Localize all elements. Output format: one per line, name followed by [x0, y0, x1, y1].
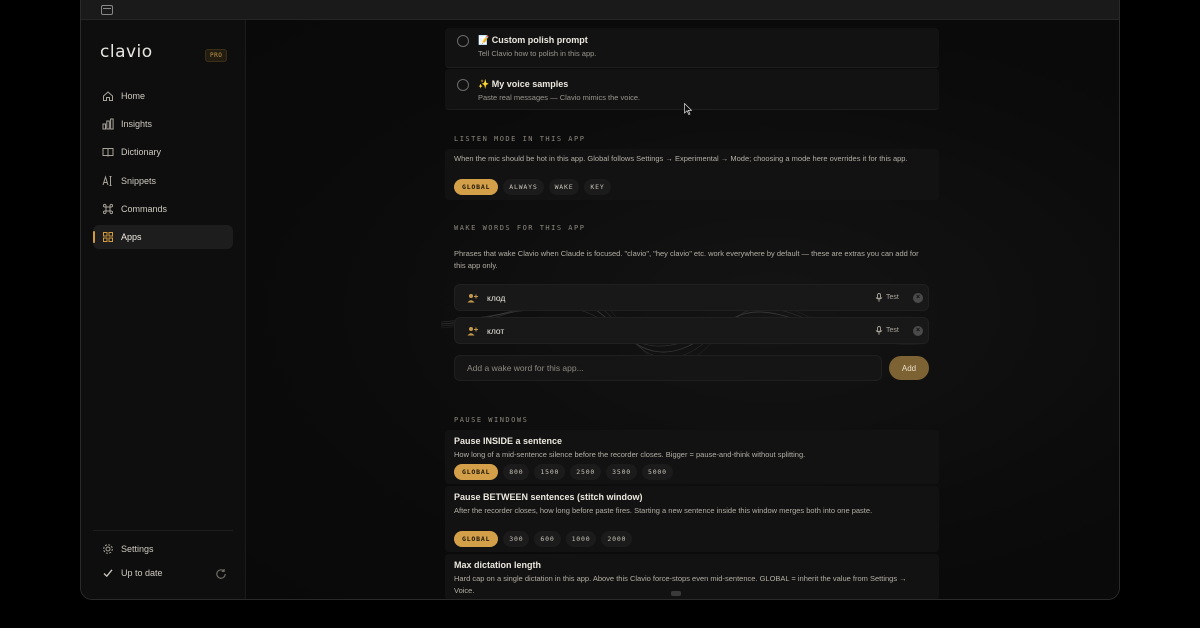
pause-between-300-chip[interactable]: 300	[503, 531, 530, 547]
pause-inside-2500-chip[interactable]: 2500	[570, 464, 602, 480]
title-bar	[81, 0, 1119, 20]
main-content: 📝 Custom polish prompt Tell Clavio how t…	[246, 20, 1119, 599]
app-window: clavio PRO Home Insights Dictionary Snip…	[80, 0, 1120, 600]
window-icon[interactable]	[101, 5, 113, 15]
mode-global-chip[interactable]: GLOBAL	[454, 179, 499, 195]
pause-inside-desc: How long of a mid-sentence silence befor…	[454, 450, 806, 459]
grid-icon	[102, 231, 114, 243]
radio-button[interactable]	[457, 79, 469, 91]
pause-between-title: Pause BETWEEN sentences (stitch window)	[454, 492, 643, 502]
sidebar-item-commands[interactable]: Commands	[93, 197, 233, 221]
memo-icon: 📝	[478, 35, 490, 45]
listen-mode-options: GLOBAL ALWAYS WAKE KEY	[454, 179, 611, 195]
sidebar-item-label: Dictionary	[121, 147, 162, 158]
pause-inside-800-chip[interactable]: 800	[503, 464, 530, 480]
book-icon	[102, 146, 114, 158]
custom-polish-title: Custom polish prompt	[491, 35, 588, 45]
voice-samples-title: My voice samples	[491, 79, 569, 89]
add-wake-word-button[interactable]: Add	[889, 356, 929, 380]
settings-label: Settings	[121, 544, 154, 554]
sidebar-footer: Settings Up to date	[93, 530, 233, 585]
pause-between-2000-chip[interactable]: 2000	[601, 531, 633, 547]
wake-word-row: клот Test ×	[454, 317, 929, 344]
home-icon	[102, 90, 114, 102]
max-dictation-desc: Hard cap on a single dictation in this a…	[454, 574, 907, 595]
max-dictation-panel: Max dictation length Hard cap on a singl…	[445, 554, 939, 599]
sidebar-item-home[interactable]: Home	[93, 84, 233, 108]
pause-inside-3500-chip[interactable]: 3500	[606, 464, 637, 480]
pause-inside-5000-chip[interactable]: 5000	[642, 464, 673, 480]
wake-word-row: клод Test ×	[454, 284, 929, 311]
sidebar-item-insights[interactable]: Insights	[93, 112, 233, 136]
pause-inside-options: GLOBAL 800 1500 2500 3500 5000	[454, 464, 673, 480]
wake-word-text: клод	[487, 293, 506, 303]
sidebar-item-settings[interactable]: Settings	[93, 537, 233, 561]
sidebar-item-snippets[interactable]: Snippets	[93, 169, 233, 193]
refresh-icon[interactable]	[215, 568, 227, 580]
card-title: ✨ My voice samples	[478, 79, 568, 90]
sidebar-nav: Home Insights Dictionary Snippets Comman…	[93, 84, 233, 253]
listen-mode-label: LISTEN MODE IN THIS APP	[454, 135, 586, 143]
pro-badge: PRO	[205, 49, 228, 62]
pause-between-600-chip[interactable]: 600	[534, 531, 561, 547]
sidebar-item-label: Snippets	[121, 175, 157, 186]
voice-samples-desc: Paste real messages — Clavio mimics the …	[478, 93, 641, 102]
microphone-icon	[875, 293, 883, 302]
listen-mode-desc: When the mic should be hot in this app. …	[454, 154, 908, 163]
wake-words-desc: Phrases that wake Clavio when Claude is …	[454, 249, 919, 270]
pause-windows-label: PAUSE WINDOWS	[454, 416, 529, 424]
wake-word-text: клот	[487, 326, 505, 336]
max-dictation-title: Max dictation length	[454, 560, 542, 570]
person-icon	[467, 294, 478, 303]
update-status-label: Up to date	[121, 568, 163, 578]
pause-inside-title: Pause INSIDE a sentence	[454, 436, 563, 446]
wake-words-label: WAKE WORDS FOR THIS APP	[454, 224, 586, 232]
pause-between-1000-chip[interactable]: 1000	[565, 531, 597, 547]
test-button[interactable]: Test	[875, 293, 899, 302]
bar-chart-icon	[102, 118, 114, 130]
remove-icon[interactable]: ×	[913, 293, 923, 303]
remove-icon[interactable]: ×	[913, 326, 923, 336]
custom-polish-card[interactable]: 📝 Custom polish prompt Tell Clavio how t…	[445, 28, 939, 68]
microphone-icon	[875, 326, 883, 335]
sidebar-item-dictionary[interactable]: Dictionary	[93, 140, 233, 164]
sidebar-item-label: Commands	[121, 203, 168, 214]
test-label: Test	[886, 294, 899, 301]
pause-between-panel: Pause BETWEEN sentences (stitch window) …	[445, 486, 939, 552]
pause-between-options: GLOBAL 300 600 1000 2000	[454, 531, 633, 547]
pause-inside-1500-chip[interactable]: 1500	[534, 464, 566, 480]
wake-word-input[interactable]	[454, 355, 882, 381]
mouse-cursor-icon	[684, 103, 692, 115]
pause-inside-global-chip[interactable]: GLOBAL	[454, 464, 499, 480]
scroll-indicator[interactable]	[671, 591, 681, 596]
test-label: Test	[886, 327, 899, 334]
mode-key-chip[interactable]: KEY	[584, 179, 611, 195]
sidebar-item-label: Home	[121, 91, 146, 101]
gear-icon	[102, 543, 114, 555]
app-logo: clavio	[100, 42, 153, 62]
custom-polish-desc: Tell Clavio how to polish in this app.	[478, 49, 597, 58]
sidebar: clavio PRO Home Insights Dictionary Snip…	[81, 20, 246, 599]
sidebar-item-label: Apps	[121, 231, 142, 242]
voice-samples-card[interactable]: ✨ My voice samples Paste real messages —…	[445, 69, 939, 110]
radio-button[interactable]	[457, 35, 469, 47]
card-title: 📝 Custom polish prompt	[478, 35, 588, 46]
test-button[interactable]: Test	[875, 326, 899, 335]
command-icon	[102, 203, 114, 215]
pause-inside-panel: Pause INSIDE a sentence How long of a mi…	[445, 430, 939, 484]
update-status: Up to date	[93, 561, 233, 585]
text-cursor-icon	[102, 174, 114, 187]
pause-between-desc: After the recorder closes, how long befo…	[454, 506, 873, 515]
pause-between-global-chip[interactable]: GLOBAL	[454, 531, 499, 547]
sidebar-item-apps[interactable]: Apps	[93, 224, 233, 249]
person-icon	[467, 327, 478, 336]
sidebar-item-label: Insights	[121, 119, 153, 130]
listen-mode-panel: When the mic should be hot in this app. …	[445, 149, 939, 200]
mode-always-chip[interactable]: ALWAYS	[503, 179, 544, 195]
wake-words-panel: Phrases that wake Clavio when Claude is …	[445, 242, 939, 408]
mode-wake-chip[interactable]: WAKE	[548, 179, 580, 195]
checkmark-icon	[102, 567, 114, 579]
sparkles-icon: ✨	[478, 79, 490, 89]
